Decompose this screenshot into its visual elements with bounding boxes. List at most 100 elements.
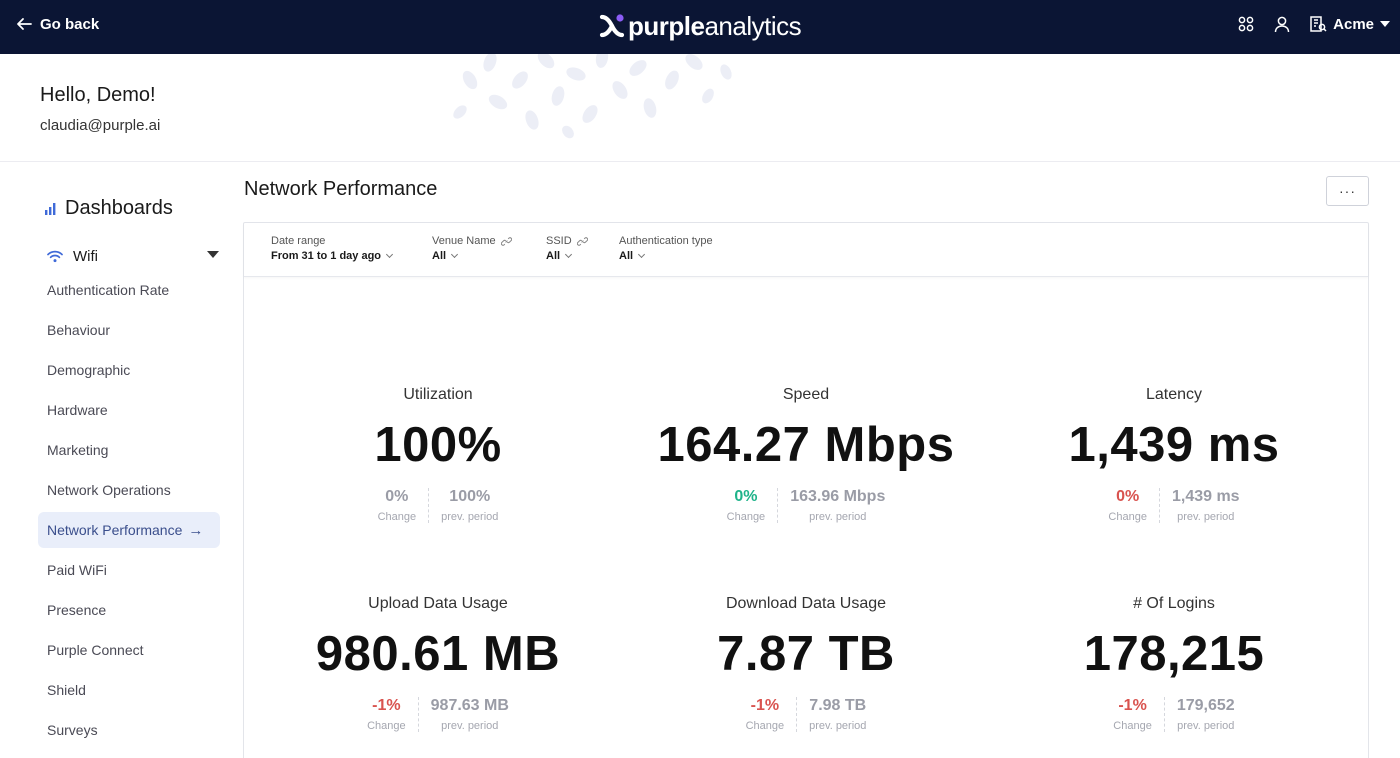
metric-prev-label: prev. period [441,720,499,732]
filter-label: Date range [271,235,326,247]
filter-date-range[interactable]: Date range From 31 to 1 day ago [271,235,394,262]
sidebar-item-label: Authentication Rate [47,282,170,298]
metric-change: -1% [372,697,401,714]
metric-value: 100% [374,418,502,472]
metric-change: -1% [1118,697,1147,714]
go-back-label: Go back [40,15,100,33]
metric-title: # Of Logins [1133,595,1215,612]
sidebar-item-label: Purple Connect [47,642,144,658]
metric-title: Speed [782,386,830,403]
chevron-down-icon [638,250,646,259]
sidebar: Dashboards Wifi Authentication Rate Beha… [0,163,232,758]
sidebar-item-network-operations[interactable]: Network Operations [38,472,220,508]
link-icon [576,236,588,246]
apps-grid-icon[interactable] [1237,15,1255,33]
metric-comparison: 0% Change 100% prev. period [254,488,622,523]
sidebar-section-wifi[interactable]: Wifi [47,245,219,267]
purple-logo-mark-icon [599,14,625,38]
purple-analytics-logo: purpleanalytics [598,8,802,44]
metric-value: 178,215 [1083,627,1265,681]
decorative-leaves-pattern [453,54,732,139]
filter-label: Authentication type [619,235,713,247]
metric-change-label: Change [1113,720,1152,732]
sidebar-item-shield[interactable]: Shield [38,672,220,708]
metric-value: 1,439 ms [1068,418,1280,472]
sidebar-item-presence[interactable]: Presence [38,592,220,628]
metric-prev-value: 987.63 MB [430,697,509,714]
metric-change: 0% [1116,488,1140,505]
metric-utilization: Utilization 100% 0% Change 100% prev. peri… [254,386,622,523]
go-back-button[interactable]: Go back [16,13,99,35]
metric-change-label: Change [367,720,406,732]
filter-label: SSID [546,235,588,247]
link-icon [500,236,512,246]
metric-upload-data-usage: Upload Data Usage 980.61 MB -1% Change 98… [254,595,622,732]
metric-prev-value: 7.98 TB [809,697,867,714]
sidebar-item-purple-connect[interactable]: Purple Connect [38,632,220,668]
sidebar-nav-list: Authentication Rate Behaviour Demographi… [38,272,220,752]
filter-value: All [546,250,588,262]
sidebar-item-label: Paid WiFi [47,562,107,578]
metric-comparison: 0% Change 1,439 ms prev. period [990,488,1358,523]
metric-title: Latency [1145,386,1203,403]
metric-change: 0% [734,488,758,505]
arrow-right-icon: → [188,521,204,539]
top-actions: Acme [1237,12,1390,36]
metric-prev-label: prev. period [441,511,499,523]
metric-prev-label: prev. period [1177,511,1235,523]
metric-change-label: Change [1108,511,1147,523]
sidebar-item-label: Shield [47,682,86,698]
metric-prev-label: prev. period [1177,720,1235,732]
sidebar-item-label: Behaviour [47,322,111,338]
dashboard-card: Date range From 31 to 1 day ago Venue Na… [243,222,1369,758]
chevron-down-icon [385,250,394,259]
user-profile-icon[interactable] [1273,15,1291,33]
metric-value: 164.27 Mbps [657,418,955,472]
metric-change-label: Change [726,511,766,523]
chevron-down-icon [565,250,573,259]
sidebar-item-surveys[interactable]: Surveys [38,712,220,748]
sidebar-item-label: Marketing [47,442,109,458]
metric-latency: Latency 1,439 ms 0% Change 1,439 ms prev. … [990,386,1358,523]
filter-bar: Date range From 31 to 1 day ago Venue Na… [244,223,1368,277]
sidebar-item-paid-wifi[interactable]: Paid WiFi [38,552,220,588]
filter-label: Venue Name [432,235,512,247]
sidebar-item-hardware[interactable]: Hardware [38,392,220,428]
sidebar-item-label: Network Operations [47,482,171,498]
sidebar-item-label: Surveys [47,722,98,738]
sidebar-item-demographic[interactable]: Demographic [38,352,220,388]
metric-change: 0% [385,488,409,505]
metric-change-label: Change [377,511,417,523]
account-switcher[interactable]: Acme [1309,15,1390,33]
sidebar-item-behaviour[interactable]: Behaviour [38,312,220,348]
metric-title: Upload Data Usage [368,595,508,612]
filter-venue-name[interactable]: Venue Name All [432,235,512,262]
metric-prev-label: prev. period [809,511,867,523]
sidebar-item-marketing[interactable]: Marketing [38,432,220,468]
filter-ssid[interactable]: SSID All [546,235,588,262]
metric-comparison: 0% Change 163.96 Mbps prev. period [622,488,990,523]
sidebar-item-label: Presence [47,602,107,618]
logo-word-analytics: analytics [704,11,802,41]
metric-title: Download Data Usage [725,595,887,612]
arrow-left-icon [17,18,32,30]
account-name: Acme [1333,15,1374,33]
metric-title: Utilization [403,386,473,403]
metric-change-label: Change [745,720,785,732]
caret-down-icon [1380,21,1390,27]
sidebar-item-authentication-rate[interactable]: Authentication Rate [38,272,220,308]
caret-down-icon [207,251,219,258]
metric-value: 7.87 TB [717,627,895,681]
greeting-title: Hello, Demo! [40,84,156,106]
sidebar-item-network-performance[interactable]: Network Performance → [38,512,220,548]
sidebar-item-label: Network Performance [47,522,183,538]
filter-authentication-type[interactable]: Authentication type All [619,235,713,262]
metric-comparison: -1% Change 179,652 prev. period [990,697,1358,732]
metric-comparison: -1% Change 7.98 TB prev. period [622,697,990,732]
top-bar: Go back purpleanalytics Acme [0,0,1400,54]
metric-change: -1% [750,697,780,714]
filter-value: All [432,250,512,262]
more-options-button[interactable]: ··· [1326,176,1369,206]
sidebar-title: Dashboards [45,197,173,220]
logo-word-purple: purple [628,11,705,41]
